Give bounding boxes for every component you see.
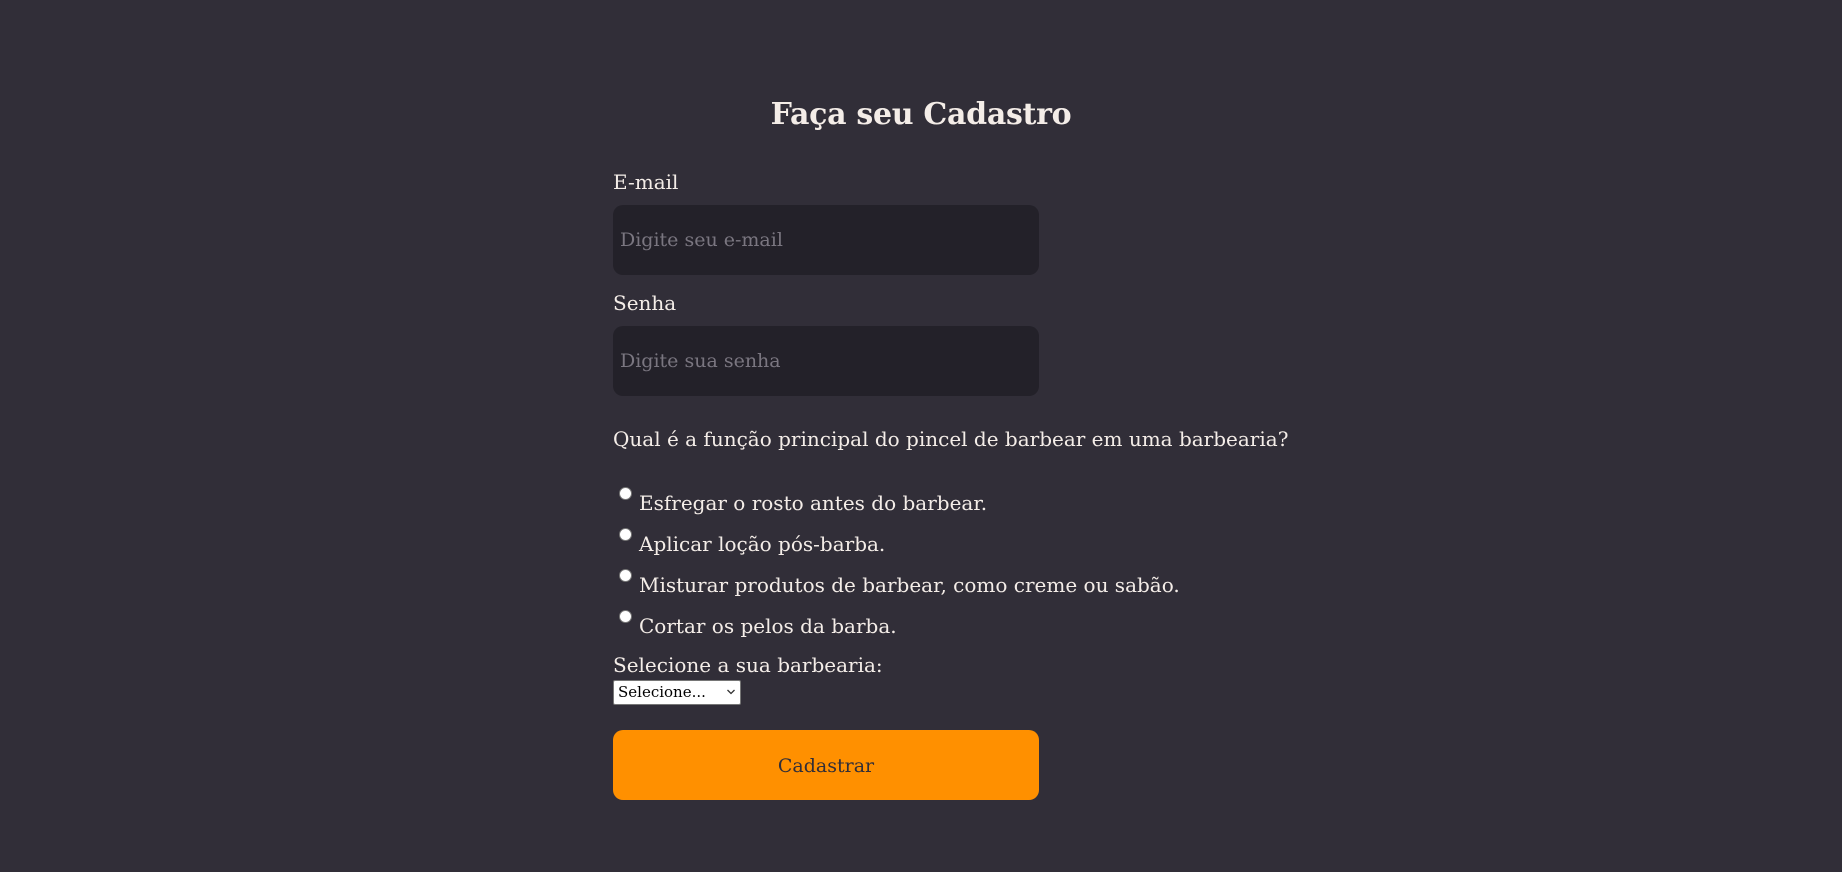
quiz-option-label: Misturar produtos de barbear, como creme…	[639, 573, 1180, 597]
radio-button[interactable]	[619, 610, 632, 623]
quiz-option-label: Aplicar loção pós-barba.	[639, 532, 886, 556]
radio-button[interactable]	[619, 528, 632, 541]
signup-page: Faça seu Cadastro E-mail Senha Qual é a …	[0, 0, 1842, 872]
radio-button[interactable]	[619, 569, 632, 582]
quiz-option-label: Esfregar o rosto antes do barbear.	[639, 491, 988, 515]
barbershop-label: Selecione a sua barbearia:	[613, 653, 883, 677]
quiz-option-label: Cortar os pelos da barba.	[639, 614, 897, 638]
page-title: Faça seu Cadastro	[770, 97, 1072, 132]
password-label: Senha	[613, 291, 677, 315]
chevron-down-icon	[727, 689, 735, 695]
email-field[interactable]	[613, 205, 1039, 275]
barbershop-select-value: Selecione...	[618, 683, 706, 701]
password-field[interactable]	[613, 326, 1039, 396]
barbershop-select[interactable]: Selecione...	[613, 680, 741, 705]
radio-button[interactable]	[619, 487, 632, 500]
register-button[interactable]: Cadastrar	[613, 730, 1039, 800]
email-label: E-mail	[613, 170, 679, 194]
quiz-question: Qual é a função principal do pincel de b…	[613, 427, 1289, 451]
